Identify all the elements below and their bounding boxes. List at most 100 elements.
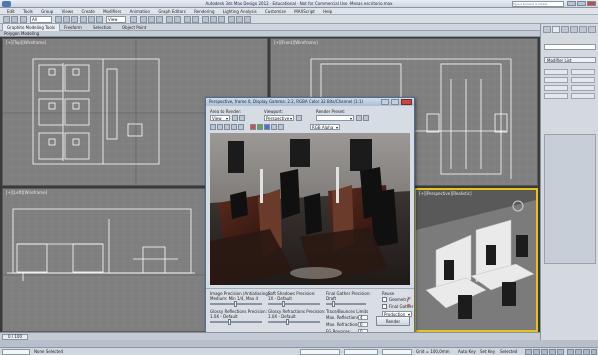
rotate-icon[interactable] <box>88 16 95 23</box>
curve-editor-icon[interactable] <box>202 16 209 23</box>
alpha-channel-icon[interactable] <box>271 124 277 130</box>
redo-icon[interactable] <box>11 16 18 23</box>
go-to-start-icon[interactable] <box>525 349 532 355</box>
blue-channel-icon[interactable] <box>264 124 270 130</box>
hierarchy-tab-icon[interactable] <box>561 26 569 33</box>
select-object-icon[interactable] <box>55 16 62 23</box>
menu-lighting-analysis[interactable]: Lighting Analysis <box>223 8 257 15</box>
final-gather-reuse-checkbox[interactable] <box>382 304 387 309</box>
menu-tools[interactable]: Tools <box>23 8 33 15</box>
soft-shadows-slider-knob[interactable] <box>282 301 285 307</box>
modifier-stack[interactable] <box>544 134 596 264</box>
percent-snap-icon[interactable] <box>156 16 163 23</box>
next-frame-icon[interactable] <box>549 349 556 355</box>
red-channel-icon[interactable] <box>250 124 256 130</box>
auto-region-icon[interactable] <box>239 115 245 121</box>
modifier-button-8[interactable] <box>571 93 595 99</box>
play-icon[interactable] <box>541 349 548 355</box>
rendered-frame-window-icon[interactable] <box>236 16 243 23</box>
previous-frame-icon[interactable] <box>533 349 540 355</box>
viewport-top-label[interactable]: [+][Top][Wireframe] <box>6 40 46 45</box>
viewport-perspective-label[interactable]: [+][Perspective][Realistic] <box>419 191 472 196</box>
viewport-perspective[interactable]: [+][Perspective][Realistic] <box>414 188 538 332</box>
menu-help[interactable]: Help <box>323 8 332 15</box>
object-name-field[interactable] <box>544 44 596 50</box>
utilities-tab-icon[interactable] <box>588 26 596 33</box>
maximize-button[interactable] <box>577 1 586 6</box>
copy-image-icon[interactable] <box>217 124 223 130</box>
tab-freeform[interactable]: Freeform <box>64 24 82 31</box>
environment-effects-icon[interactable] <box>363 115 369 121</box>
modifier-button-4[interactable] <box>571 77 595 83</box>
render-button[interactable]: Render <box>376 316 410 326</box>
pan-view-icon[interactable] <box>575 349 582 355</box>
render-preset-dropdown[interactable] <box>316 115 354 121</box>
glossy-refractions-slider-knob[interactable] <box>286 319 289 325</box>
tab-object-paint[interactable]: Object Paint <box>122 24 146 31</box>
menu-animation[interactable]: Animation <box>130 8 150 15</box>
display-tab-icon[interactable] <box>579 26 587 33</box>
orbit-icon[interactable] <box>583 349 590 355</box>
final-gather-slider[interactable] <box>326 301 366 307</box>
motion-tab-icon[interactable] <box>570 26 578 33</box>
snap-icon[interactable] <box>140 16 147 23</box>
time-slider[interactable]: 0 / 100 <box>0 332 540 340</box>
rfw-maximize-button[interactable] <box>381 99 389 105</box>
scale-icon[interactable] <box>96 16 103 23</box>
tab-graphite-modeling-tools[interactable]: Graphite Modeling Tools <box>2 24 61 31</box>
move-icon[interactable] <box>80 16 87 23</box>
maximize-viewport-icon[interactable] <box>591 349 597 355</box>
auto-key-button[interactable]: Auto Key <box>458 349 476 354</box>
menu-maxscript[interactable]: MAXScript <box>294 8 315 15</box>
undo-icon[interactable] <box>3 16 10 23</box>
render-setup-icon[interactable] <box>356 115 362 121</box>
rfw-close-button[interactable] <box>401 99 412 105</box>
maxscript-listener[interactable] <box>2 349 30 355</box>
modifier-list-dropdown[interactable]: Modifier List <box>544 57 596 63</box>
schematic-view-icon[interactable] <box>210 16 217 23</box>
viewport-front-label[interactable]: [+][Front][Wireframe] <box>274 40 318 45</box>
modifier-button-5[interactable] <box>544 85 568 91</box>
max-reflections-spinner[interactable]: 4 <box>358 315 368 320</box>
y-coordinate-field[interactable] <box>344 349 378 355</box>
edit-region-icon[interactable] <box>232 115 238 121</box>
create-tab-icon[interactable] <box>543 26 551 33</box>
render-production-icon[interactable] <box>244 16 251 23</box>
select-link-icon[interactable] <box>20 16 27 23</box>
menu-views[interactable]: Views <box>62 8 74 15</box>
close-button[interactable] <box>587 1 596 6</box>
area-to-render-dropdown[interactable]: View <box>210 115 230 121</box>
monochrome-icon[interactable] <box>278 124 284 130</box>
glossy-refractions-slider[interactable] <box>268 319 320 325</box>
glossy-reflections-slider[interactable] <box>210 319 262 325</box>
z-coordinate-field[interactable] <box>382 349 412 355</box>
rectangular-selection-icon[interactable] <box>71 16 78 23</box>
viewport-left-label[interactable]: [+][Left][Wireframe] <box>6 190 47 195</box>
menu-customize[interactable]: Customize <box>265 8 286 15</box>
menu-rendering[interactable]: Rendering <box>194 8 214 15</box>
track-bar[interactable] <box>0 340 598 347</box>
modifier-button-6[interactable] <box>571 85 595 91</box>
render-setup-icon[interactable] <box>228 16 235 23</box>
viewport-dropdown[interactable]: Perspective <box>264 115 294 121</box>
graphite-toggle-icon[interactable] <box>192 16 199 23</box>
key-filter-dropdown[interactable]: Selected <box>500 349 517 354</box>
modifier-button-1[interactable] <box>544 69 568 75</box>
glossy-reflections-slider-knob[interactable] <box>228 319 231 325</box>
zoom-extents-icon[interactable] <box>567 349 574 355</box>
max-refractions-spinner[interactable]: 6 <box>358 322 368 327</box>
material-editor-icon[interactable] <box>218 16 225 23</box>
green-channel-icon[interactable] <box>257 124 263 130</box>
geometry-reuse-checkbox[interactable] <box>382 297 387 302</box>
layer-manager-icon[interactable] <box>184 16 191 23</box>
menu-graph-editors[interactable]: Graph Editors <box>158 8 185 15</box>
channel-display-dropdown[interactable]: RGB Alpha <box>310 124 340 130</box>
modifier-button-7[interactable] <box>544 93 568 99</box>
align-icon[interactable] <box>174 16 181 23</box>
modifier-button-2[interactable] <box>571 69 595 75</box>
print-image-icon[interactable] <box>231 124 237 130</box>
save-image-icon[interactable] <box>210 124 216 130</box>
tab-selection[interactable]: Selection <box>93 24 111 31</box>
final-gather-slider-knob[interactable] <box>332 301 335 307</box>
x-coordinate-field[interactable] <box>300 349 340 355</box>
